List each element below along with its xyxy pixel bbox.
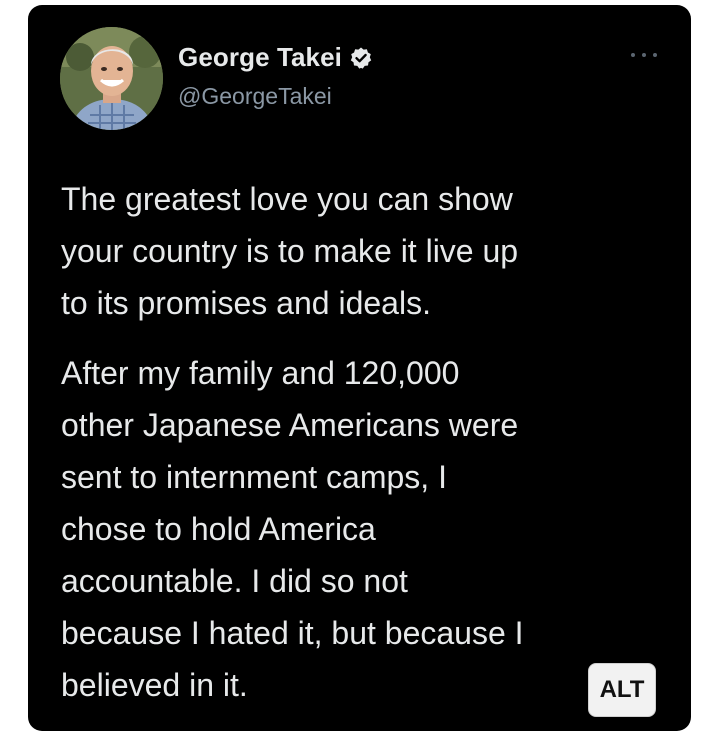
author-display-name[interactable]: George Takei xyxy=(178,42,342,73)
tweet-card: George Takei @GeorgeTakei The greatest l… xyxy=(28,5,691,731)
author-name-row[interactable]: George Takei xyxy=(178,42,373,73)
more-dot xyxy=(653,53,657,57)
author-handle[interactable]: @GeorgeTakei xyxy=(178,83,332,110)
more-dot xyxy=(642,53,646,57)
alt-text-button[interactable]: ALT xyxy=(588,663,656,717)
verified-badge-icon xyxy=(349,46,373,70)
tweet-paragraph-2: After my family and 120,000 other Japane… xyxy=(61,355,524,703)
tweet-paragraph-1: The greatest love you can show your coun… xyxy=(61,181,519,321)
avatar-photo-icon xyxy=(60,27,163,130)
more-options-icon[interactable] xyxy=(631,49,657,61)
more-dot xyxy=(631,53,635,57)
author-avatar[interactable] xyxy=(60,27,163,130)
